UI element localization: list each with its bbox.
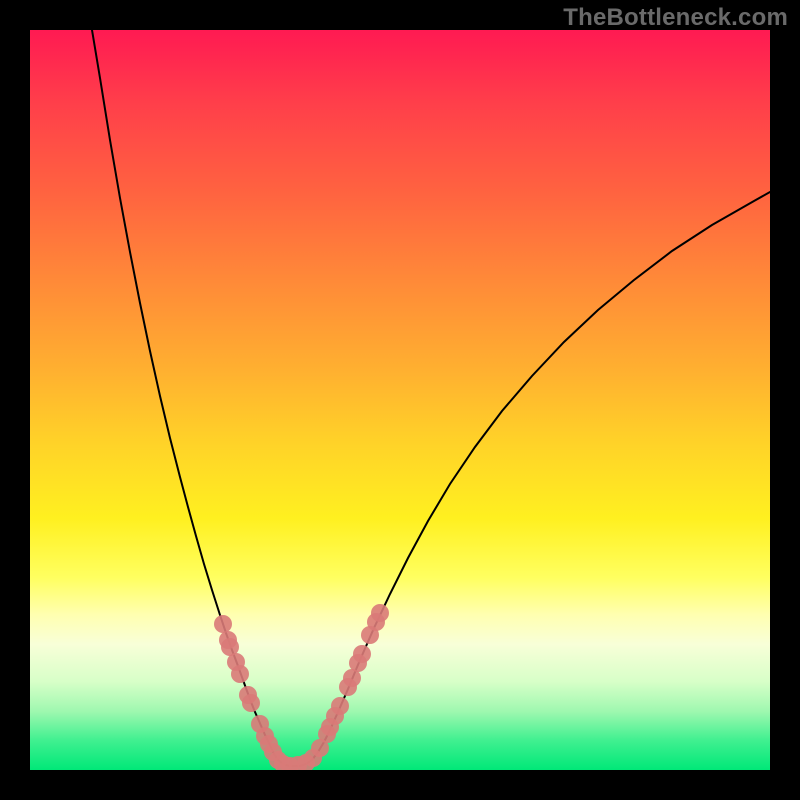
bead-group (214, 604, 389, 770)
bead-point (331, 697, 349, 715)
curve-left-path (92, 30, 274, 754)
chart-svg (30, 30, 770, 770)
curve-right-path (312, 192, 770, 760)
bead-point (371, 604, 389, 622)
bead-point (353, 645, 371, 663)
bead-point (231, 665, 249, 683)
watermark-text: TheBottleneck.com (563, 4, 788, 32)
bead-point (214, 615, 232, 633)
bead-point (242, 694, 260, 712)
chart-frame: TheBottleneck.com (0, 0, 800, 800)
chart-plot-area (30, 30, 770, 770)
